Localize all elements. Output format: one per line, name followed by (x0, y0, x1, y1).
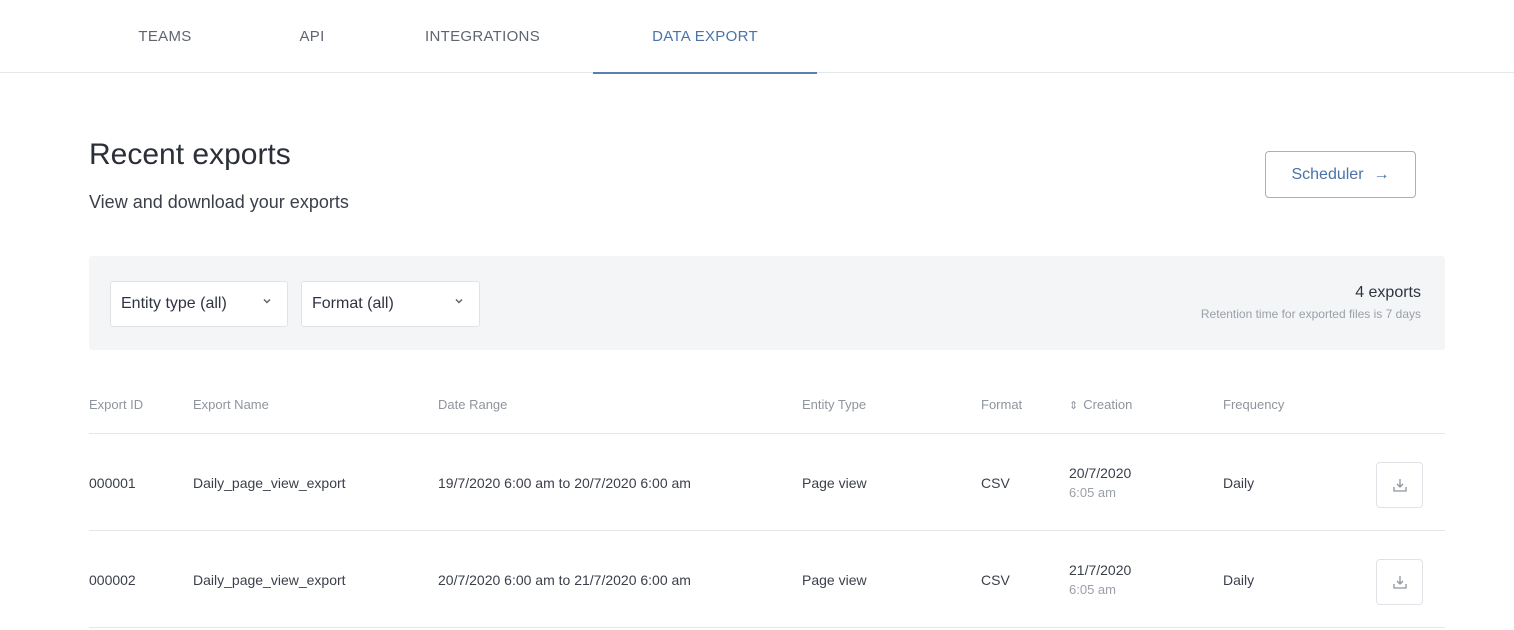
cell-export-id: 000001 (89, 474, 136, 491)
cell-format: CSV (981, 474, 1010, 491)
download-button[interactable] (1376, 559, 1423, 605)
tab-integrations[interactable]: INTEGRATIONS (390, 0, 575, 73)
cell-export-name: Daily_page_view_export (193, 474, 346, 491)
col-header-export-name: Export Name (193, 397, 269, 412)
page-title: Recent exports (89, 138, 291, 171)
cell-date-range: 19/7/2020 6:00 am to 20/7/2020 6:00 am (438, 474, 691, 491)
cell-entity-type: Page view (802, 571, 867, 588)
sort-icon: ⇕ (1069, 400, 1079, 412)
col-header-format: Format (981, 397, 1023, 412)
filter-bar: Entity type (all) Format (all) 4 exports… (89, 256, 1445, 350)
page-subtitle: View and download your exports (89, 192, 349, 212)
entity-type-select-value: Entity type (all) (121, 295, 227, 312)
tab-data-export[interactable]: DATA EXPORT (593, 0, 817, 74)
cell-creation-time: 6:05 am (1069, 582, 1116, 597)
format-select[interactable]: Format (all) (301, 281, 480, 327)
col-header-creation-label: Creation (1083, 397, 1133, 412)
table-row: 000001 Daily_page_view_export 19/7/2020 … (89, 434, 1445, 531)
cell-frequency: Daily (1223, 474, 1255, 491)
cell-creation: 21/7/2020 6:05 am (1069, 531, 1131, 628)
table-header: Export ID Export Name Date Range Entity … (89, 380, 1445, 434)
download-button[interactable] (1376, 462, 1423, 508)
cell-creation-date: 21/7/2020 (1069, 562, 1132, 578)
data-export-page: TEAMS API INTEGRATIONS DATA EXPORT Recen… (0, 0, 1514, 630)
entity-type-select[interactable]: Entity type (all) (110, 281, 288, 327)
scheduler-button-label: Scheduler (1291, 165, 1364, 183)
arrow-right-icon: → (1373, 165, 1390, 183)
col-header-creation[interactable]: ⇕ Creation (1069, 397, 1132, 412)
chevron-down-icon (263, 298, 271, 304)
col-header-date-range: Date Range (438, 397, 508, 412)
download-icon (1392, 576, 1407, 589)
table-row: 000002 Daily_page_view_export 20/7/2020 … (89, 531, 1445, 628)
tab-api[interactable]: API (272, 0, 352, 73)
scheduler-button[interactable]: Scheduler → (1265, 151, 1416, 198)
download-icon (1392, 479, 1407, 492)
tab-teams[interactable]: TEAMS (110, 0, 220, 73)
exports-table: Export ID Export Name Date Range Entity … (89, 380, 1445, 628)
col-header-frequency: Frequency (1223, 397, 1285, 412)
cell-frequency: Daily (1223, 571, 1255, 588)
cell-entity-type: Page view (802, 474, 867, 491)
cell-format: CSV (981, 571, 1010, 588)
format-select-value: Format (all) (312, 295, 394, 312)
cell-creation-date: 20/7/2020 (1069, 465, 1132, 481)
cell-creation: 20/7/2020 6:05 am (1069, 434, 1131, 531)
col-header-entity-type: Entity Type (802, 397, 867, 412)
retention-note: Retention time for exported files is 7 d… (1200, 307, 1421, 321)
cell-export-name: Daily_page_view_export (193, 571, 346, 588)
cell-export-id: 000002 (89, 571, 136, 588)
tab-bar: TEAMS API INTEGRATIONS DATA EXPORT (0, 0, 1514, 74)
chevron-down-icon (455, 298, 463, 304)
col-header-export-id: Export ID (89, 397, 144, 412)
cell-date-range: 20/7/2020 6:00 am to 21/7/2020 6:00 am (438, 571, 691, 588)
cell-creation-time: 6:05 am (1069, 485, 1116, 500)
export-count-value: 4 exports (1355, 284, 1421, 301)
export-count: 4 exports Retention time for exported fi… (1201, 284, 1421, 321)
